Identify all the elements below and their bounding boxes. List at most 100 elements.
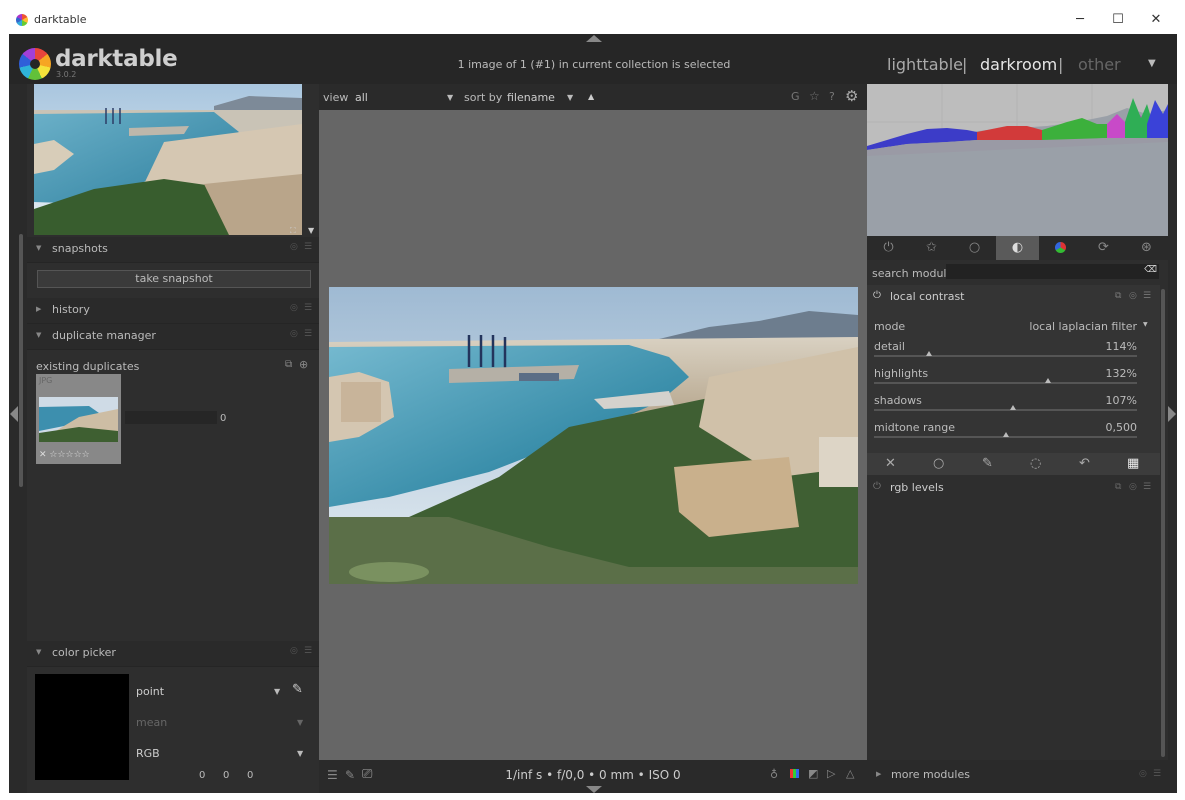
more-modules-row[interactable]: ▶ more modules ◎ ☰ xyxy=(867,760,1168,793)
navigation-thumbnail[interactable] xyxy=(34,84,302,235)
multi-instance-icon[interactable]: ⧉ xyxy=(1115,291,1121,301)
drawn-parametric-mask-icon[interactable]: ▦ xyxy=(1127,456,1139,471)
highlights-slider[interactable] xyxy=(874,382,1137,384)
warning-icon[interactable]: △ xyxy=(846,767,854,780)
view-filter-select[interactable]: all xyxy=(355,91,368,104)
rgb-levels-header[interactable]: ⏻ rgb levels ⧉ ◎ ☰ xyxy=(867,475,1160,501)
sort-select[interactable]: filename xyxy=(507,91,555,104)
right-scrollbar[interactable] xyxy=(1161,289,1165,757)
rating-stars-icon[interactable]: ✕ ☆☆☆☆☆ xyxy=(39,450,90,460)
highlights-slider-knob[interactable] xyxy=(1044,378,1051,383)
reset-icon[interactable]: ◎ xyxy=(290,242,298,252)
presets-icon[interactable]: ☰ xyxy=(304,242,312,252)
duplicate-copy-icon[interactable]: ⧉ xyxy=(285,359,292,370)
color-picker-module-header[interactable]: ▼ color picker ◎ ☰ xyxy=(27,641,319,667)
presets-icon[interactable]: ☰ xyxy=(1143,291,1151,301)
darktable-window: darktable 3.0.2 1 image of 1 (#1) in cur… xyxy=(9,34,1177,793)
view-other[interactable]: other xyxy=(1078,55,1121,74)
presets-icon[interactable]: ☰ xyxy=(304,646,312,656)
correct-group-icon[interactable]: ⟳ xyxy=(1082,236,1125,260)
grouping-button[interactable]: G xyxy=(791,90,800,103)
reset-icon[interactable]: ◎ xyxy=(1139,769,1147,779)
views-menu-icon[interactable]: ▼ xyxy=(1148,58,1156,69)
shadows-slider-knob[interactable] xyxy=(1010,405,1017,410)
view-darkroom[interactable]: darkroom xyxy=(980,55,1057,74)
reset-icon[interactable]: ◎ xyxy=(1129,291,1137,301)
dropdown-arrow-icon[interactable]: ▼ xyxy=(447,93,453,102)
softproof-icon[interactable] xyxy=(790,769,799,778)
help-icon[interactable]: ? xyxy=(829,90,835,103)
module-title: snapshots xyxy=(52,242,108,255)
presets-icon[interactable]: ☰ xyxy=(304,303,312,313)
module-power-icon[interactable]: ⏻ xyxy=(873,290,881,301)
local-contrast-header[interactable]: ⏻ local contrast ⧉ ◎ ☰ xyxy=(867,285,1160,310)
presets-icon[interactable]: ☰ xyxy=(304,329,312,339)
basic-group-icon[interactable]: ○ xyxy=(953,236,996,260)
expand-arrow-icon: ▼ xyxy=(36,648,42,656)
focus-peaking-icon[interactable]: ▷ xyxy=(827,767,835,780)
module-power-icon[interactable]: ⏻ xyxy=(873,481,881,492)
search-module-input[interactable]: ⌫ xyxy=(946,264,1159,279)
minimize-button[interactable]: ─ xyxy=(1068,10,1092,30)
highlights-value: 132% xyxy=(1105,367,1137,380)
collapse-top-icon[interactable] xyxy=(586,35,602,42)
maximize-button[interactable]: ☐ xyxy=(1106,10,1130,30)
reset-icon[interactable]: ◎ xyxy=(290,303,298,313)
reset-icon[interactable]: ◎ xyxy=(290,329,298,339)
duplicate-new-icon[interactable]: ⊕ xyxy=(299,358,308,371)
duplicate-name-field[interactable] xyxy=(125,411,217,424)
picker-mode-select[interactable]: point xyxy=(136,685,164,698)
history-module-header[interactable]: ▶ history ◎ ☰ xyxy=(27,298,319,324)
gamut-icon[interactable]: ◩ xyxy=(808,767,818,780)
picker-colorspace-select[interactable]: RGB xyxy=(136,747,160,760)
eyedropper-icon[interactable]: ✎ xyxy=(292,682,303,697)
tone-group-icon[interactable]: ◐ xyxy=(996,236,1039,260)
color-group-icon[interactable] xyxy=(1039,236,1082,260)
drawn-mask-icon[interactable]: ✎ xyxy=(982,456,993,471)
histogram[interactable] xyxy=(867,84,1168,236)
left-scrollbar[interactable] xyxy=(19,234,23,487)
raster-mask-icon[interactable]: ↶ xyxy=(1079,456,1090,471)
picker-statistic-select[interactable]: mean xyxy=(136,716,167,729)
reset-icon[interactable]: ◎ xyxy=(1129,482,1137,492)
blend-uniform-icon[interactable]: ○ xyxy=(933,456,944,471)
fullscreen-icon[interactable]: ⛶ xyxy=(290,226,296,236)
dropdown-arrow-icon[interactable]: ▼ xyxy=(1143,321,1148,328)
effect-group-icon[interactable]: ⊛ xyxy=(1125,236,1168,260)
collapse-bottom-icon[interactable] xyxy=(586,786,602,793)
presets-icon[interactable]: ☰ xyxy=(1143,482,1151,492)
dropdown-arrow-icon[interactable]: ▼ xyxy=(274,687,280,696)
lightbulb-icon[interactable]: ♁ xyxy=(770,768,778,781)
power-icon[interactable]: ⏻ xyxy=(867,236,910,260)
reset-icon[interactable]: ◎ xyxy=(290,646,298,656)
detail-slider-knob[interactable] xyxy=(926,351,933,356)
mode-select[interactable]: local laplacian filter xyxy=(1017,320,1137,333)
parametric-mask-icon[interactable]: ◌ xyxy=(1030,456,1041,471)
gear-icon[interactable]: ⚙ xyxy=(845,87,858,105)
shadows-slider[interactable] xyxy=(874,409,1137,411)
main-image[interactable] xyxy=(329,287,858,584)
duplicate-thumbnail[interactable]: JPG ✕ ☆☆☆☆☆ xyxy=(36,374,121,464)
blend-off-icon[interactable]: ✕ xyxy=(885,456,896,471)
dropdown-arrow-icon[interactable]: ▼ xyxy=(297,718,303,727)
detail-slider[interactable] xyxy=(874,355,1137,357)
right-rail xyxy=(1168,84,1177,793)
view-separator: | xyxy=(1058,55,1064,74)
collapse-left-icon[interactable] xyxy=(10,406,18,422)
star-icon[interactable]: ☆ xyxy=(809,89,820,103)
collapse-right-icon[interactable] xyxy=(1168,406,1176,422)
dropdown-arrow-icon[interactable]: ▼ xyxy=(297,749,303,758)
presets-icon[interactable]: ☰ xyxy=(1153,769,1161,779)
take-snapshot-button[interactable]: take snapshot xyxy=(37,270,311,288)
duplicate-manager-module-header[interactable]: ▼ duplicate manager ◎ ☰ xyxy=(27,324,319,350)
view-lighttable[interactable]: lighttable xyxy=(887,55,963,74)
midtone-range-slider-knob[interactable] xyxy=(1002,432,1009,437)
multi-instance-icon[interactable]: ⧉ xyxy=(1115,482,1121,492)
clear-search-icon[interactable]: ⌫ xyxy=(1144,265,1157,275)
dropdown-arrow-icon[interactable]: ▼ xyxy=(567,93,573,102)
favorites-icon[interactable]: ✩ xyxy=(910,236,953,260)
snapshots-module-header[interactable]: ▼ snapshots ◎ ☰ xyxy=(27,237,319,263)
sort-direction-icon[interactable]: ▲ xyxy=(588,92,594,101)
close-button[interactable]: ✕ xyxy=(1144,10,1168,30)
thumbnail-menu-icon[interactable]: ▼ xyxy=(308,226,314,235)
